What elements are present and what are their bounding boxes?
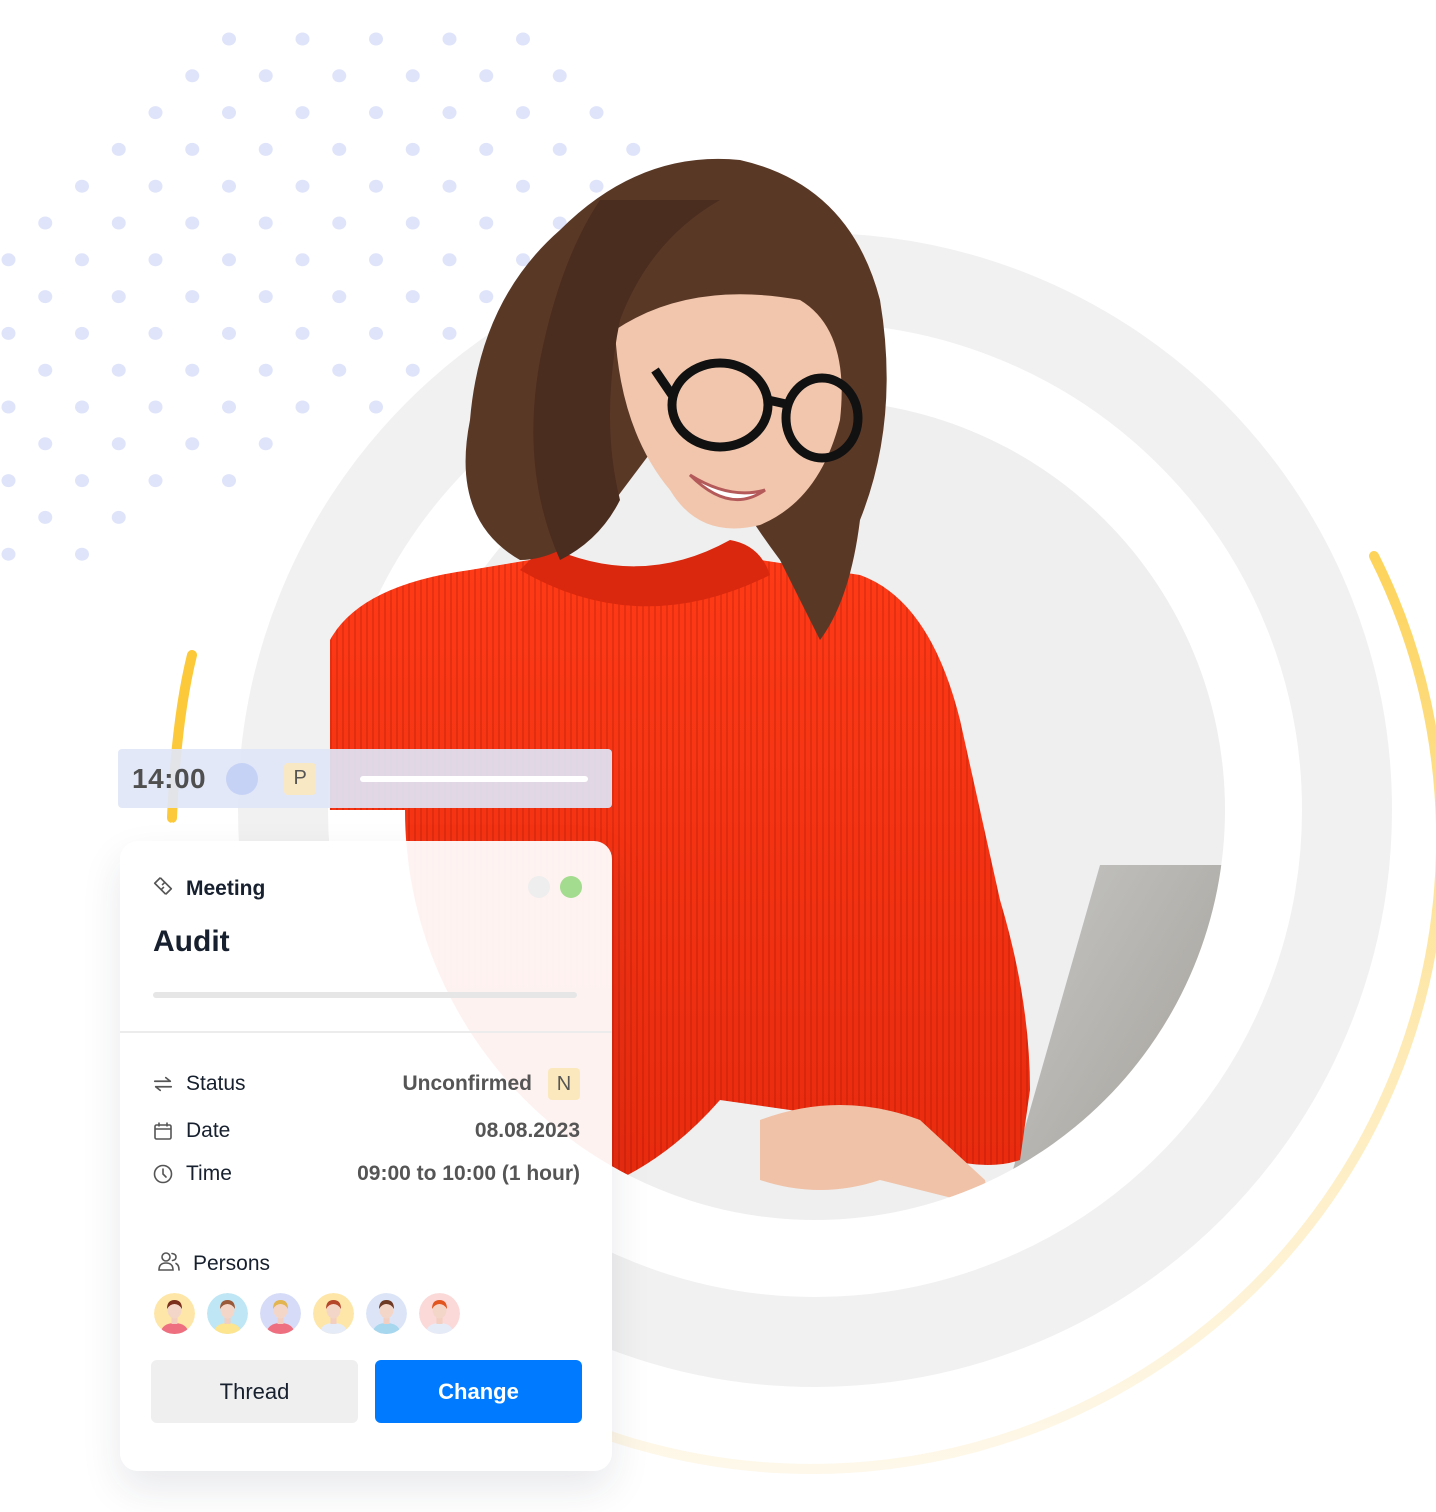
- persons-label: Persons: [193, 1251, 271, 1275]
- event-type: Meeting: [152, 875, 265, 902]
- calendar-icon: [152, 1120, 174, 1142]
- detail-row-status: Status Unconfirmed N: [152, 1068, 580, 1100]
- window-indicators: [528, 876, 582, 898]
- person-avatar[interactable]: [313, 1293, 354, 1334]
- detail-row-date: Date 08.08.2023: [152, 1116, 580, 1146]
- person-avatar[interactable]: [207, 1293, 248, 1334]
- handshake-icon: [152, 875, 174, 902]
- status-badge: N: [548, 1068, 580, 1100]
- indicator-gray[interactable]: [528, 876, 550, 898]
- time-slot-bar[interactable]: 14:00 P: [118, 749, 612, 808]
- detail-row-time: Time 09:00 to 10:00 (1 hour): [152, 1159, 580, 1189]
- event-title: Audit: [153, 925, 230, 958]
- time-slot-indicator: [226, 762, 259, 795]
- persons-avatar-list: [154, 1293, 460, 1334]
- date-value: 08.08.2023: [474, 1119, 580, 1142]
- status-label: Status: [186, 1072, 246, 1095]
- time-value: 09:00 to 10:00 (1 hour): [357, 1162, 580, 1185]
- time-slot-progress-line: [360, 775, 589, 782]
- person-avatar[interactable]: [260, 1293, 301, 1334]
- clock-icon: [152, 1163, 174, 1185]
- status-value: Unconfirmed: [402, 1072, 532, 1095]
- time-label: Time: [186, 1162, 232, 1185]
- change-button[interactable]: Change: [375, 1360, 582, 1423]
- priority-badge: P: [284, 762, 317, 795]
- card-pointer: [148, 822, 196, 842]
- card-divider: [120, 1031, 612, 1033]
- users-icon: [157, 1251, 181, 1276]
- event-card: Meeting Audit Status Unconfirmed N Date …: [120, 841, 612, 1471]
- event-type-label: Meeting: [186, 876, 266, 900]
- person-avatar[interactable]: [419, 1293, 460, 1334]
- date-label: Date: [186, 1119, 231, 1142]
- arrows-exchange-icon: [152, 1073, 174, 1095]
- laptop: [1010, 865, 1225, 1220]
- person-avatar[interactable]: [366, 1293, 407, 1334]
- person-avatar[interactable]: [154, 1293, 195, 1334]
- time-label: 14:00: [132, 762, 207, 794]
- indicator-green[interactable]: [560, 876, 582, 898]
- title-placeholder-bar: [153, 992, 577, 998]
- persons-header: Persons: [157, 1251, 270, 1276]
- thread-button[interactable]: Thread: [151, 1360, 358, 1423]
